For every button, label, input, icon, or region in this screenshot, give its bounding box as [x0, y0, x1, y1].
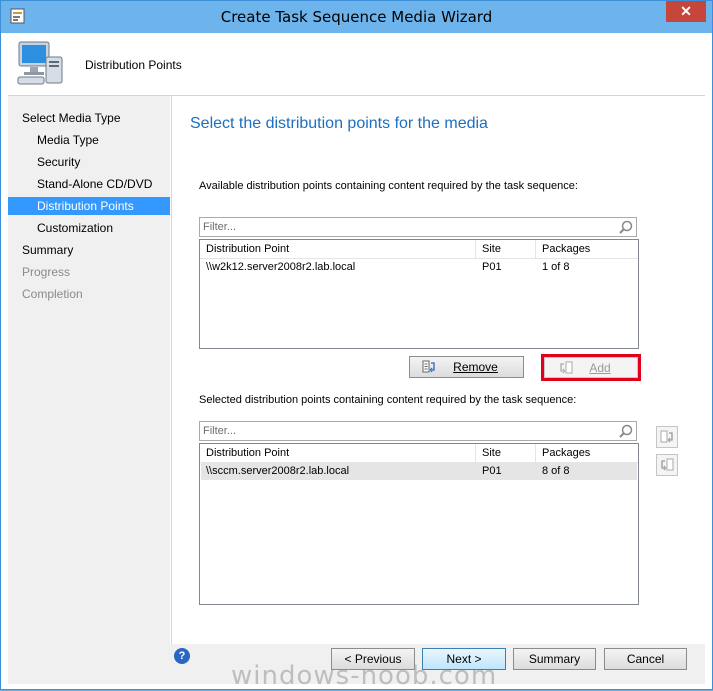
add-button-label: Add: [589, 361, 611, 375]
remove-arrow-icon: [422, 360, 435, 373]
selected-filter-box: [199, 421, 637, 441]
header-title: Distribution Points: [85, 58, 182, 72]
table-row[interactable]: \\sccm.server2008r2.lab.local P01 8 of 8: [201, 462, 637, 480]
nav-item-security[interactable]: Security: [37, 153, 80, 171]
summary-button[interactable]: Summary: [513, 648, 596, 670]
dp-name-cell: \\sccm.server2008r2.lab.local: [206, 465, 350, 477]
available-filter-box: [199, 217, 637, 237]
column-header-site[interactable]: Site: [476, 240, 536, 258]
add-arrow-icon: [560, 361, 573, 374]
add-arrow-icon: [661, 458, 674, 471]
remove-button-label: Remove: [453, 360, 498, 374]
remove-button[interactable]: Remove: [409, 356, 524, 378]
cancel-button[interactable]: Cancel: [604, 648, 687, 670]
dp-site-cell: P01: [482, 261, 502, 273]
column-header-distribution-point[interactable]: Distribution Point: [200, 240, 476, 258]
nav-item-media-type[interactable]: Media Type: [37, 131, 99, 149]
dp-packages-cell: 8 of 8: [542, 465, 570, 477]
selected-dp-list[interactable]: Distribution Point Site Packages \\sccm.…: [199, 443, 639, 605]
add-side-button[interactable]: [656, 454, 678, 476]
dp-site-cell: P01: [482, 465, 502, 477]
wizard-window: Create Task Sequence Media Wizard ✕ Dist…: [0, 0, 713, 691]
window-title: Create Task Sequence Media Wizard: [220, 8, 493, 26]
nav-item-completion: Completion: [22, 287, 83, 301]
nav-item-customization[interactable]: Customization: [37, 219, 113, 237]
nav-item-summary[interactable]: Summary: [22, 241, 73, 259]
nav-item-stand-alone-cd-dvd[interactable]: Stand-Alone CD/DVD: [37, 175, 152, 193]
remove-arrow-icon: [660, 430, 673, 443]
selected-dp-label: Selected distribution points containing …: [199, 394, 577, 406]
close-button[interactable]: ✕: [666, 1, 706, 22]
search-icon[interactable]: [619, 424, 633, 438]
remove-side-button[interactable]: [656, 426, 678, 448]
column-header-packages[interactable]: Packages: [536, 444, 636, 462]
available-dp-label: Available distribution points containing…: [199, 180, 578, 192]
available-dp-list[interactable]: Distribution Point Site Packages \\w2k12…: [199, 239, 639, 349]
wizard-content: Select the distribution points for the m…: [171, 96, 706, 644]
page-title: Select the distribution points for the m…: [190, 115, 488, 132]
nav-item-progress: Progress: [22, 265, 71, 279]
available-list-header: Distribution Point Site Packages: [200, 240, 638, 259]
dp-name-cell: \\w2k12.server2008r2.lab.local: [206, 261, 356, 273]
nav-item-distribution-points-label: Distribution Points: [37, 199, 134, 213]
nav-item-select-media-type[interactable]: Select Media Type: [22, 109, 121, 127]
watermark: windows-noob.com: [231, 661, 498, 691]
title-bar[interactable]: Create Task Sequence Media Wizard ✕: [1, 1, 712, 33]
computer-wizard-icon: [17, 41, 63, 85]
column-header-packages[interactable]: Packages: [536, 240, 636, 258]
add-button[interactable]: Add: [544, 357, 638, 378]
selected-filter-input[interactable]: [203, 423, 608, 439]
wizard-nav: Select Media Type Media Type Security St…: [8, 96, 170, 644]
column-header-site[interactable]: Site: [476, 444, 536, 462]
table-row[interactable]: \\w2k12.server2008r2.lab.local P01 1 of …: [201, 258, 637, 276]
column-header-distribution-point[interactable]: Distribution Point: [200, 444, 476, 462]
selected-list-header: Distribution Point Site Packages: [200, 444, 638, 463]
nav-item-distribution-points[interactable]: Distribution Points: [8, 197, 170, 215]
available-filter-input[interactable]: [203, 219, 608, 235]
search-icon[interactable]: [619, 220, 633, 234]
help-icon[interactable]: ?: [174, 648, 190, 664]
wizard-header: Distribution Points: [8, 33, 705, 96]
dp-packages-cell: 1 of 8: [542, 261, 570, 273]
